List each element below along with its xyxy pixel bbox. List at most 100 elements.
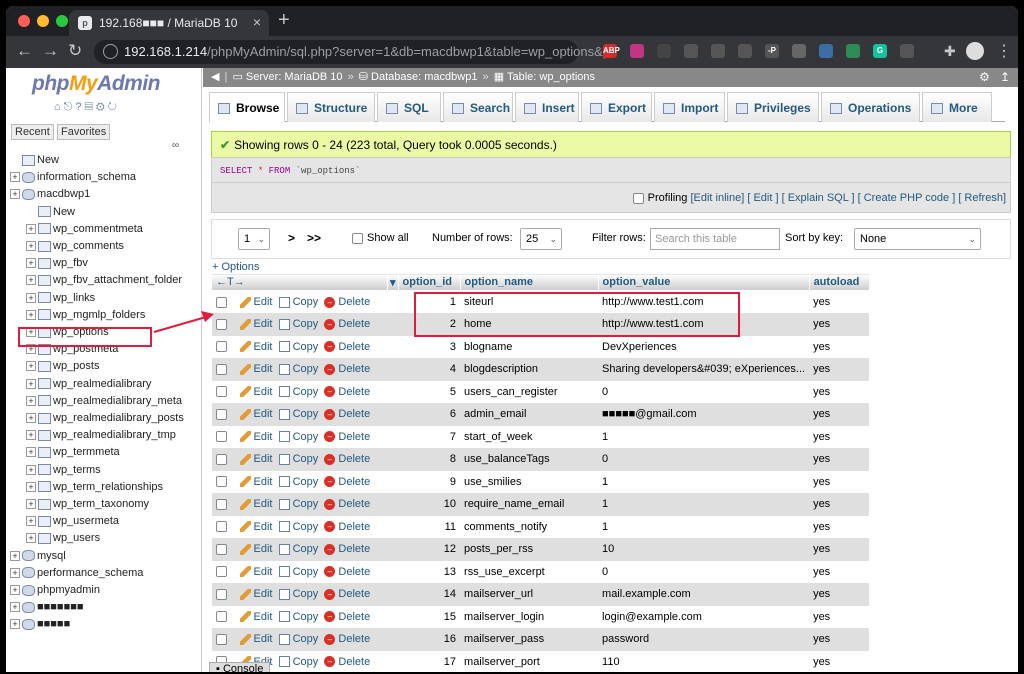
delete-row-button[interactable]: – Delete bbox=[324, 408, 370, 420]
tree-item[interactable]: + wp_fbv bbox=[26, 257, 88, 274]
tab-browse[interactable]: Browse bbox=[209, 92, 285, 122]
delete-row-button[interactable]: – Delete bbox=[324, 521, 370, 533]
breadcrumb-database[interactable]: Database: macdbwp1 bbox=[371, 71, 477, 83]
cell-autoload[interactable]: yes bbox=[809, 335, 870, 358]
edit-link[interactable]: [ Edit ] bbox=[747, 192, 778, 204]
site-info-icon[interactable] bbox=[103, 44, 118, 59]
link-with-main-icon[interactable]: ∞ bbox=[172, 140, 179, 151]
row-checkbox[interactable] bbox=[215, 363, 227, 375]
cell-option-value[interactable]: 0 bbox=[598, 380, 810, 403]
expand-icon[interactable]: + bbox=[26, 241, 36, 252]
copy-row-button[interactable]: Copy bbox=[278, 656, 318, 668]
tree-item[interactable]: + information_schema bbox=[10, 171, 136, 188]
copy-row-button[interactable]: Copy bbox=[278, 296, 318, 308]
cloud-extension-icon[interactable] bbox=[819, 44, 833, 58]
tree-item[interactable]: + wp_realmedialibrary bbox=[26, 378, 151, 395]
toolbox-extension-icon[interactable] bbox=[684, 44, 698, 58]
copy-row-button[interactable]: Copy bbox=[278, 521, 318, 533]
breadcrumb-table[interactable]: Table: wp_options bbox=[507, 71, 595, 83]
tree-item[interactable]: + mysql bbox=[10, 550, 66, 567]
delete-row-button[interactable]: – Delete bbox=[324, 588, 370, 600]
cell-option-id[interactable]: 8 bbox=[398, 448, 461, 471]
console-toggle[interactable]: ▪ Console bbox=[209, 662, 271, 672]
row-checkbox[interactable] bbox=[215, 543, 227, 555]
row-checkbox[interactable] bbox=[215, 296, 227, 308]
copy-row-button[interactable]: Copy bbox=[278, 318, 318, 330]
tab-privileges[interactable]: Privileges bbox=[727, 92, 819, 122]
browser-menu-icon[interactable]: ⋮ bbox=[996, 41, 1012, 61]
tree-item[interactable]: + ■■■■■■■ bbox=[10, 601, 84, 618]
options-link[interactable]: + Options bbox=[212, 261, 259, 273]
cell-option-value[interactable]: 0 bbox=[598, 448, 810, 471]
expand-icon[interactable]: + bbox=[26, 292, 36, 303]
cell-autoload[interactable]: yes bbox=[809, 605, 870, 628]
forward-arrow-icon[interactable]: → bbox=[42, 41, 59, 61]
cell-option-id[interactable]: 16 bbox=[398, 628, 461, 651]
copy-row-button[interactable]: Copy bbox=[278, 386, 318, 398]
edit-row-button[interactable]: Edit bbox=[239, 476, 272, 488]
row-checkbox[interactable] bbox=[215, 341, 227, 353]
expand-icon[interactable]: + bbox=[10, 567, 20, 578]
cell-option-id[interactable]: 4 bbox=[398, 358, 461, 381]
delete-row-button[interactable]: – Delete bbox=[324, 566, 370, 578]
copy-row-button[interactable]: Copy bbox=[278, 341, 318, 353]
settings-gear-icon[interactable]: ⚙ bbox=[979, 70, 990, 84]
cell-option-name[interactable]: admin_email bbox=[460, 403, 599, 426]
tree-item[interactable]: + macdbwp1 bbox=[10, 188, 90, 205]
devtools-extension-icon[interactable] bbox=[711, 44, 725, 58]
tree-item[interactable]: + wp_users bbox=[26, 532, 100, 549]
tab-sql[interactable]: SQL bbox=[377, 92, 441, 122]
edit-row-button[interactable]: Edit bbox=[239, 566, 272, 578]
breadcrumb-server[interactable]: Server: MariaDB 10 bbox=[246, 71, 343, 83]
sort-by-key-select[interactable]: None ⌄ bbox=[854, 228, 981, 250]
nav-quick-icons[interactable]: ⌂⎋?▤⚙↻ bbox=[54, 101, 120, 114]
tree-item[interactable]: New bbox=[26, 206, 75, 223]
delete-row-button[interactable]: – Delete bbox=[324, 633, 370, 645]
tree-item[interactable]: + wp_termmeta bbox=[26, 446, 120, 463]
row-checkbox[interactable] bbox=[215, 498, 227, 510]
expand-icon[interactable]: + bbox=[26, 275, 36, 286]
maximize-window-button[interactable] bbox=[56, 15, 68, 27]
cell-option-id[interactable]: 10 bbox=[398, 493, 461, 516]
docs-icon[interactable]: ▤ bbox=[84, 101, 95, 113]
header-option-name[interactable]: option_name bbox=[459, 273, 599, 291]
reload-nav-icon[interactable]: ↻ bbox=[108, 101, 120, 113]
cell-option-name[interactable]: posts_per_rss bbox=[460, 538, 599, 561]
cell-option-name[interactable]: start_of_week bbox=[460, 425, 599, 448]
filter-rows-input[interactable]: Search this table bbox=[650, 228, 780, 250]
minimize-window-button[interactable] bbox=[37, 15, 49, 27]
expand-icon[interactable]: + bbox=[26, 516, 36, 527]
expand-icon[interactable]: + bbox=[26, 430, 36, 441]
breadcrumb-back-icon[interactable]: ◀ bbox=[211, 71, 219, 83]
cell-autoload[interactable]: yes bbox=[809, 515, 870, 538]
cell-option-name[interactable]: use_balanceTags bbox=[460, 448, 599, 471]
new-tab-button[interactable]: + bbox=[278, 9, 290, 32]
edit-row-button[interactable]: Edit bbox=[239, 341, 272, 353]
delete-row-button[interactable]: – Delete bbox=[324, 656, 370, 668]
tab-export[interactable]: Export bbox=[581, 92, 652, 122]
home-icon[interactable]: ⌂ bbox=[54, 101, 64, 113]
cell-option-name[interactable]: use_smilies bbox=[460, 470, 599, 493]
copy-row-button[interactable]: Copy bbox=[278, 611, 318, 623]
cell-option-name[interactable]: mailserver_url bbox=[460, 583, 599, 606]
tab-import[interactable]: Import bbox=[654, 92, 725, 122]
profile-avatar[interactable] bbox=[966, 42, 984, 60]
cell-autoload[interactable]: yes bbox=[809, 313, 870, 336]
row-checkbox[interactable] bbox=[215, 408, 227, 420]
delete-row-button[interactable]: – Delete bbox=[324, 386, 370, 398]
tree-item[interactable]: + wp_commentmeta bbox=[26, 223, 143, 240]
copy-row-button[interactable]: Copy bbox=[278, 363, 318, 375]
cell-option-value[interactable]: 1 bbox=[598, 470, 810, 493]
create-php-code-link[interactable]: [ Create PHP code ] bbox=[858, 192, 956, 204]
tree-item[interactable]: + wp_usermeta bbox=[26, 515, 119, 532]
browser-tab[interactable]: p 192.168■■■ / MariaDB 10 / m × bbox=[69, 10, 269, 36]
edit-row-button[interactable]: Edit bbox=[239, 431, 272, 443]
explain-sql-link[interactable]: [ Explain SQL ] bbox=[782, 192, 855, 204]
column-controls-header[interactable]: ←T→ bbox=[211, 273, 388, 291]
cell-autoload[interactable]: yes bbox=[809, 538, 870, 561]
tree-item[interactable]: + wp_realmedialibrary_posts bbox=[26, 412, 184, 429]
copy-row-button[interactable]: Copy bbox=[278, 588, 318, 600]
tab-more[interactable]: More bbox=[922, 92, 992, 122]
tree-item[interactable]: + performance_schema bbox=[10, 567, 143, 584]
edit-row-button[interactable]: Edit bbox=[239, 296, 272, 308]
